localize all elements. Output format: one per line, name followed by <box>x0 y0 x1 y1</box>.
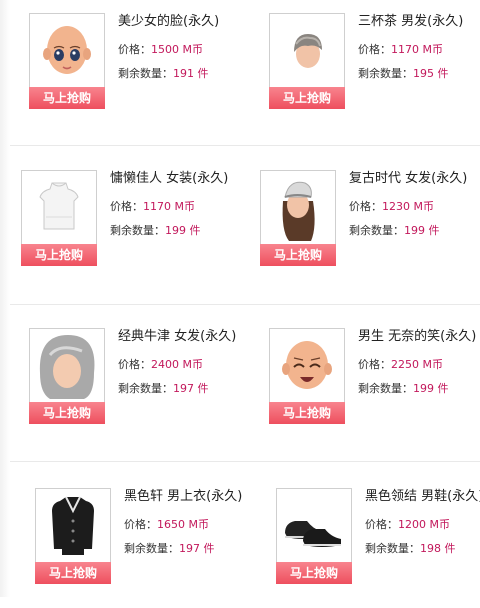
stock-row: 剩余数量：191 件 <box>118 67 246 81</box>
price-label: 价格： <box>118 43 151 56</box>
stock-label: 剩余数量： <box>124 542 179 555</box>
stock-row: 剩余数量：198 件 <box>365 542 480 556</box>
buy-now-button[interactable]: 马上抢购 <box>269 402 345 424</box>
stock-value: 197 件 <box>179 542 215 555</box>
buy-now-button[interactable]: 马上抢购 <box>269 87 345 109</box>
price-row: 价格：1170 M币 <box>110 200 238 214</box>
girl-face-icon[interactable] <box>29 13 105 89</box>
stock-label: 剩余数量： <box>358 67 413 80</box>
laughing-face-icon[interactable] <box>269 328 345 404</box>
stock-value: 195 件 <box>413 67 449 80</box>
price-label: 价格： <box>358 43 391 56</box>
black-coat-icon[interactable] <box>35 488 111 564</box>
stock-row: 剩余数量：199 件 <box>110 224 238 238</box>
price-label: 价格： <box>124 518 157 531</box>
stock-value: 199 件 <box>165 224 201 237</box>
buy-now-button[interactable]: 马上抢购 <box>29 87 105 109</box>
stock-row: 剩余数量：199 件 <box>358 382 480 396</box>
buy-now-button[interactable]: 马上抢购 <box>260 244 336 266</box>
product-card: 马上抢购 复古时代 女发(永久) 价格：1230 M币 剩余数量：199 件 <box>260 170 480 290</box>
product-name[interactable]: 男生 无奈的笑(永久) <box>358 326 480 348</box>
product-name[interactable]: 黑色轩 男上衣(永久) <box>124 486 252 508</box>
stock-value: 199 件 <box>413 382 449 395</box>
price-row: 价格：1650 M币 <box>124 518 252 532</box>
left-shadow <box>0 0 10 597</box>
stock-row: 剩余数量：199 件 <box>349 224 477 238</box>
product-card: 马上抢购 经典牛津 女发(永久) 价格：2400 M币 剩余数量：197 件 <box>29 328 249 448</box>
stock-value: 199 件 <box>404 224 440 237</box>
stock-label: 剩余数量： <box>110 224 165 237</box>
stock-value: 198 件 <box>420 542 456 555</box>
stock-label: 剩余数量： <box>365 542 420 555</box>
female-top-icon[interactable] <box>21 170 97 246</box>
product-card: 马上抢购 男生 无奈的笑(永久) 价格：2250 M币 剩余数量：199 件 <box>269 328 480 448</box>
stock-label: 剩余数量： <box>358 382 413 395</box>
product-card: 马上抢购 慵懒佳人 女装(永久) 价格：1170 M币 剩余数量：199 件 <box>21 170 241 290</box>
stock-label: 剩余数量： <box>349 224 404 237</box>
price-value: 1170 M币 <box>143 200 195 213</box>
buy-now-button[interactable]: 马上抢购 <box>276 562 352 584</box>
price-label: 价格： <box>118 358 151 371</box>
stock-row: 剩余数量：195 件 <box>358 67 480 81</box>
price-row: 价格：1500 M币 <box>118 43 246 57</box>
product-card: 马上抢购 三杯茶 男发(永久) 价格：1170 M币 剩余数量：195 件 <box>269 13 480 133</box>
stock-row: 剩余数量：197 件 <box>124 542 252 556</box>
black-shoes-icon[interactable] <box>276 488 352 564</box>
price-row: 价格：1170 M币 <box>358 43 480 57</box>
product-name[interactable]: 黑色领结 男鞋(永久) <box>365 486 480 508</box>
buy-now-button[interactable]: 马上抢购 <box>35 562 111 584</box>
buy-now-button[interactable]: 马上抢购 <box>29 402 105 424</box>
product-card: 马上抢购 黑色领结 男鞋(永久) 价格：1200 M币 剩余数量：198 件 <box>276 488 480 608</box>
price-label: 价格： <box>365 518 398 531</box>
product-name[interactable]: 慵懒佳人 女装(永久) <box>110 168 238 190</box>
price-value: 1500 M币 <box>151 43 203 56</box>
product-name[interactable]: 三杯茶 男发(永久) <box>358 11 480 33</box>
price-value: 1200 M币 <box>398 518 450 531</box>
product-card: 马上抢购 黑色轩 男上衣(永久) 价格：1650 M币 剩余数量：197 件 <box>35 488 255 608</box>
product-name[interactable]: 复古时代 女发(永久) <box>349 168 477 190</box>
row-divider <box>10 304 480 305</box>
product-name[interactable]: 美少女的脸(永久) <box>118 11 246 33</box>
price-value: 1170 M币 <box>391 43 443 56</box>
stock-value: 197 件 <box>173 382 209 395</box>
price-label: 价格： <box>349 200 382 213</box>
male-hair-icon[interactable] <box>269 13 345 89</box>
price-value: 2250 M币 <box>391 358 443 371</box>
price-label: 价格： <box>110 200 143 213</box>
price-value: 1230 M币 <box>382 200 434 213</box>
row-divider <box>10 461 480 462</box>
stock-row: 剩余数量：197 件 <box>118 382 246 396</box>
stock-label: 剩余数量： <box>118 382 173 395</box>
price-row: 价格：2250 M币 <box>358 358 480 372</box>
buy-now-button[interactable]: 马上抢购 <box>21 244 97 266</box>
stock-value: 191 件 <box>173 67 209 80</box>
price-value: 1650 M币 <box>157 518 209 531</box>
price-row: 价格：2400 M币 <box>118 358 246 372</box>
row-divider <box>10 145 480 146</box>
product-card: 马上抢购 美少女的脸(永久) 价格：1500 M币 剩余数量：191 件 <box>29 13 249 133</box>
oxford-female-hair-icon[interactable] <box>29 328 105 404</box>
price-row: 价格：1200 M币 <box>365 518 480 532</box>
price-row: 价格：1230 M币 <box>349 200 477 214</box>
stock-label: 剩余数量： <box>118 67 173 80</box>
price-value: 2400 M币 <box>151 358 203 371</box>
retro-female-hair-icon[interactable] <box>260 170 336 246</box>
product-name[interactable]: 经典牛津 女发(永久) <box>118 326 246 348</box>
price-label: 价格： <box>358 358 391 371</box>
